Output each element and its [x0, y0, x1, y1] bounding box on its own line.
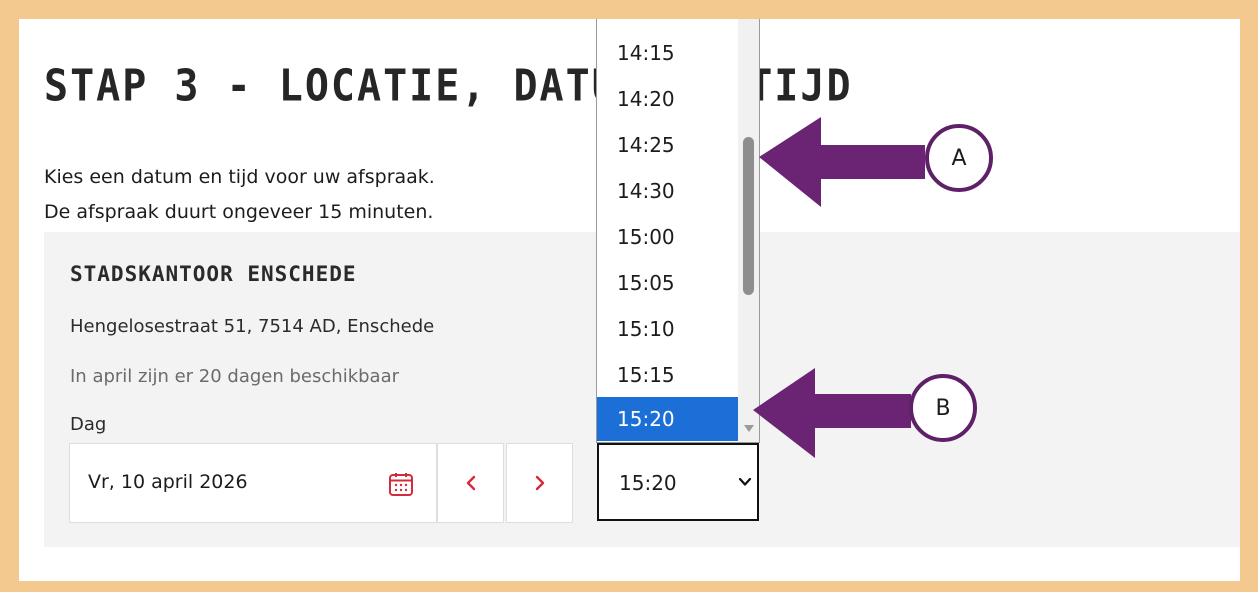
chevron-right-icon	[535, 475, 544, 491]
time-option[interactable]: 14:25	[597, 125, 738, 165]
time-option-selected[interactable]: 15:20	[597, 397, 738, 441]
intro-text-1: Kies een datum en tijd voor uw afspraak.	[44, 166, 435, 188]
time-option[interactable]: 15:10	[597, 309, 738, 349]
callout-b: B	[909, 374, 977, 442]
chevron-down-icon	[738, 477, 752, 486]
annotation-arrow-b	[753, 368, 911, 458]
date-picker-field[interactable]: Vr, 10 april 2026	[69, 443, 437, 523]
availability-text: In april zijn er 20 dagen beschikbaar	[70, 366, 400, 387]
previous-day-button[interactable]	[437, 443, 504, 523]
time-option[interactable]: 15:00	[597, 217, 738, 257]
calendar-icon[interactable]	[388, 471, 414, 497]
time-option[interactable]: 14:30	[597, 171, 738, 211]
time-option[interactable]: 14:15	[597, 33, 738, 73]
next-day-button[interactable]	[506, 443, 573, 523]
time-option[interactable]: 15:15	[597, 355, 738, 395]
content-panel: STAP 3 - LOCATIE, DATUM EN TIJD Kies een…	[19, 19, 1240, 581]
day-label: Dag	[70, 414, 107, 435]
scrollbar-thumb[interactable]	[743, 137, 754, 295]
chevron-left-icon	[466, 475, 475, 491]
time-option[interactable]: 15:05	[597, 263, 738, 303]
callout-a: A	[925, 124, 993, 192]
date-value: Vr, 10 april 2026	[88, 471, 248, 493]
time-select-value: 15:20	[619, 471, 677, 495]
annotation-arrow-a	[759, 117, 925, 207]
intro-text-2: De afspraak duurt ongeveer 15 minuten.	[44, 201, 434, 223]
location-address: Hengelosestraat 51, 7514 AD, Enschede	[70, 316, 435, 337]
time-select[interactable]: 15:20	[597, 443, 759, 521]
time-option[interactable]: 14:20	[597, 79, 738, 119]
location-name: STADSKANTOOR ENSCHEDE	[70, 262, 357, 286]
time-dropdown-list[interactable]: 14:15 14:20 14:25 14:30 15:00 15:05 15:1…	[596, 19, 760, 443]
